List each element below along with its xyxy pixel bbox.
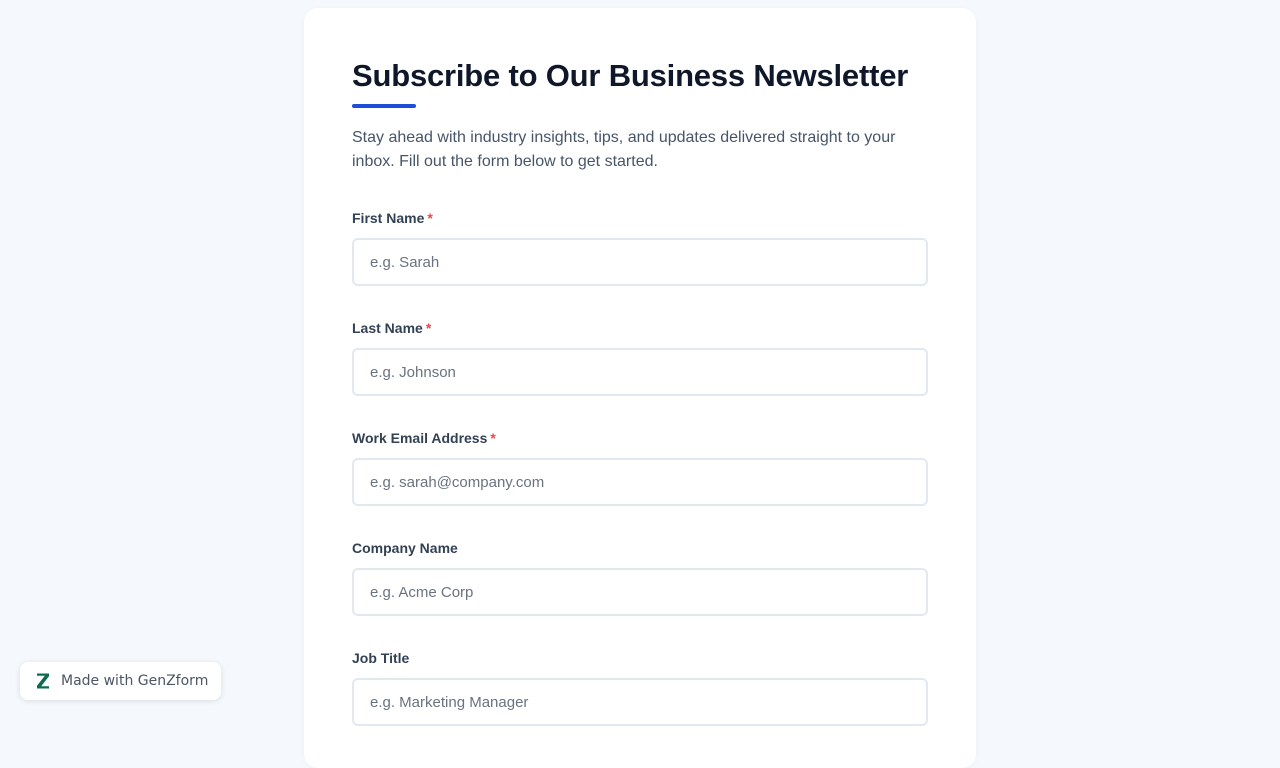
job-title-input[interactable]: [352, 678, 928, 726]
job-title-label: Job Title: [352, 649, 928, 667]
required-marker: *: [425, 320, 432, 336]
company-name-label: Company Name: [352, 539, 928, 557]
newsletter-form-card: Subscribe to Our Business Newsletter Sta…: [304, 8, 976, 768]
required-marker: *: [427, 210, 433, 226]
company-name-field: Company Name: [352, 539, 928, 616]
form-title: Subscribe to Our Business Newsletter: [352, 58, 909, 93]
work-email-label-text: Work Email Address: [352, 430, 488, 446]
work-email-label: Work Email Address *: [352, 429, 928, 447]
required-marker: *: [490, 430, 496, 446]
last-name-label-text: Last Name: [352, 320, 423, 336]
job-title-field: Job Title: [352, 649, 928, 726]
badge-text: Made with GenZform: [61, 673, 209, 689]
work-email-field: Work Email Address *: [352, 429, 928, 506]
last-name-field: Last Name *: [352, 319, 928, 396]
first-name-label-text: First Name: [352, 210, 425, 226]
work-email-input[interactable]: [352, 458, 928, 506]
first-name-input[interactable]: [352, 238, 928, 286]
company-name-input[interactable]: [352, 568, 928, 616]
made-with-genzform-badge[interactable]: Made with GenZform: [20, 662, 221, 700]
genzform-z-logo-icon: [37, 673, 49, 689]
first-name-field: First Name *: [352, 209, 928, 286]
first-name-label: First Name *: [352, 209, 928, 227]
last-name-label: Last Name *: [352, 319, 928, 337]
form-description: Stay ahead with industry insights, tips,…: [352, 129, 896, 170]
company-name-label-text: Company Name: [352, 540, 458, 556]
job-title-label-text: Job Title: [352, 650, 410, 666]
title-underline: [352, 104, 416, 108]
last-name-input[interactable]: [352, 348, 928, 396]
